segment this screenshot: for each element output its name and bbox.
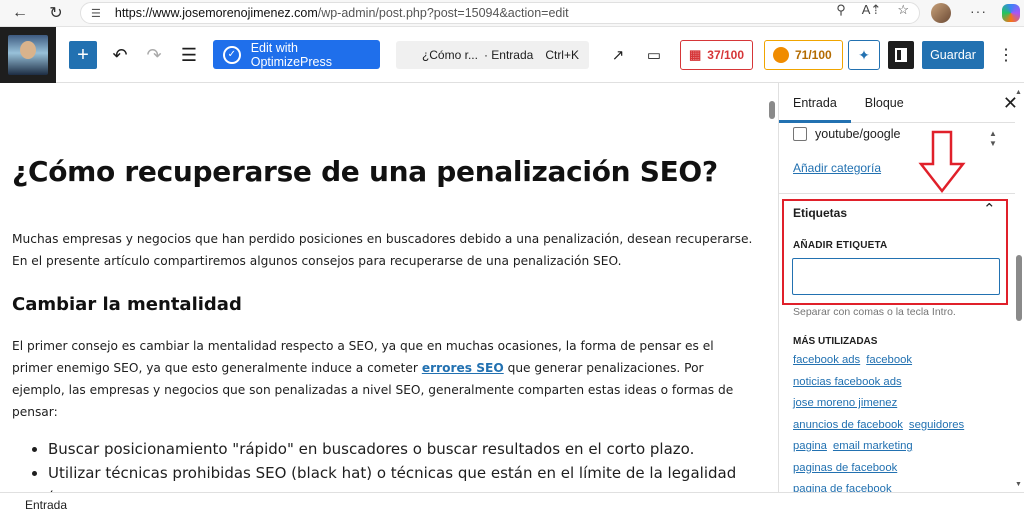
tab-entrada[interactable]: Entrada	[779, 83, 851, 123]
read-aloud-icon[interactable]: A⇡	[862, 2, 882, 18]
zoom-icon[interactable]: ⚲	[836, 2, 846, 18]
options-menu-icon[interactable]: ⋮	[998, 41, 1014, 69]
shortcut-hint: Ctrl+K	[545, 48, 579, 62]
tag-link[interactable]: seguidores	[909, 419, 964, 431]
bullet-list[interactable]: Buscar posicionamiento "rápido" en busca…	[12, 437, 753, 492]
score-chart-icon: ▦	[689, 47, 702, 62]
sidebar-scroll-thumb[interactable]	[1016, 255, 1022, 321]
tag-link[interactable]: paginas de facebook	[793, 462, 897, 474]
doc-type: · Entrada	[483, 48, 534, 62]
optimizepress-button[interactable]: ✓ Edit with OptimizePress	[213, 40, 380, 69]
url-host: https://www.josemorenojimenez.com	[114, 6, 318, 20]
browser-toolbar: ← ↻ ☰ https://www.josemorenojimenez.com …	[0, 0, 1024, 27]
list-item[interactable]: Utilizar técnicas prohibidas SEO (black …	[48, 461, 753, 492]
most-used-tags: facebook ads facebook noticias facebook a…	[793, 350, 1003, 492]
annotation-highlight-box	[782, 199, 1008, 305]
category-label: youtube/google	[815, 127, 901, 141]
scroll-down-icon[interactable]: ▼	[1015, 481, 1022, 488]
tag-link[interactable]: facebook ads	[793, 354, 860, 366]
list-item[interactable]: Buscar posicionamiento "rápido" en busca…	[48, 437, 753, 461]
ai-magic-wand-icon[interactable]: ✦	[848, 40, 880, 70]
editor-scroll-thumb[interactable]	[769, 101, 775, 119]
scroll-up-icon[interactable]: ▲	[1015, 89, 1022, 96]
editor-canvas[interactable]: ¿Cómo recuperarse de una penalización SE…	[0, 83, 765, 492]
document-overview-icon[interactable]: ☰	[175, 41, 203, 69]
save-button[interactable]: Guardar	[922, 41, 984, 69]
browser-menu-icon[interactable]: ···	[970, 3, 987, 19]
profile-avatar[interactable]	[931, 3, 951, 23]
category-scroll-arrows-icon[interactable]: ▲ ▼	[989, 129, 997, 149]
add-category-link[interactable]: Añadir categoría	[793, 161, 881, 175]
annotation-arrow-icon	[918, 130, 966, 194]
most-used-label: MÁS UTILIZADAS	[793, 336, 878, 347]
redo-icon[interactable]: ↷	[140, 41, 168, 69]
view-post-icon[interactable]: ↗	[604, 41, 632, 69]
tab-bloque[interactable]: Bloque	[851, 83, 918, 123]
optimizepress-icon: ✓	[223, 45, 241, 64]
tag-link[interactable]: noticias facebook ads	[793, 376, 902, 388]
readability-score-badge[interactable]: ▦ 37/100	[680, 40, 753, 70]
sidebar-scrollbar[interactable]: ▲ ▼	[1014, 83, 1024, 492]
tag-link[interactable]: facebook	[866, 354, 912, 366]
tag-link[interactable]: pagina	[793, 440, 827, 452]
tag-link[interactable]: anuncios de facebook	[793, 419, 903, 431]
readability-score: 37/100	[707, 48, 744, 62]
category-item[interactable]: youtube/google	[793, 127, 901, 141]
seo-score-icon	[773, 47, 789, 63]
breadcrumb-item[interactable]: Entrada	[25, 498, 67, 512]
block-breadcrumb: Entrada	[0, 492, 1024, 516]
copilot-icon[interactable]	[1002, 4, 1020, 22]
site-avatar	[8, 35, 48, 75]
optimizepress-label: Edit with OptimizePress	[250, 40, 332, 69]
errores-seo-link[interactable]: errores SEO	[422, 361, 504, 375]
add-block-button[interactable]: +	[69, 41, 97, 69]
url-path: /wp-admin/post.php?post=15094&action=edi…	[317, 6, 569, 20]
command-palette-bar[interactable]: ¿Cómo r... · Entrada Ctrl+K	[396, 41, 589, 69]
tag-link[interactable]: jose moreno jimenez	[793, 397, 897, 409]
site-logo[interactable]	[0, 27, 56, 83]
editor-toolbar: + ↶ ↷ ☰ ✓ Edit with OptimizePress ¿Cómo …	[0, 27, 1024, 83]
editor-scrollbar[interactable]	[767, 83, 777, 492]
body-paragraph[interactable]: El primer consejo es cambiar la mentalid…	[12, 335, 753, 423]
settings-sidebar-toggle[interactable]	[888, 41, 914, 69]
site-info-icon[interactable]: ☰	[91, 7, 101, 20]
post-title[interactable]: ¿Cómo recuperarse de una penalización SE…	[12, 155, 753, 188]
section-heading[interactable]: Cambiar la mentalidad	[12, 294, 753, 315]
address-bar[interactable]: ☰ https://www.josemorenojimenez.com /wp-…	[80, 2, 920, 24]
reload-icon[interactable]: ↻	[42, 1, 70, 25]
tag-link[interactable]: email marketing	[833, 440, 913, 452]
preview-desktop-icon[interactable]: ▭	[640, 41, 668, 69]
tag-link[interactable]: pagina de facebook	[793, 483, 892, 492]
seo-score-badge[interactable]: 71/100	[764, 40, 843, 70]
favorite-star-icon[interactable]: ☆	[897, 2, 909, 18]
seo-score: 71/100	[795, 48, 832, 62]
doc-title: ¿Cómo r...	[421, 48, 478, 62]
back-arrow-icon[interactable]: ←	[6, 1, 34, 25]
tags-panel: Etiquetas ⌃ AÑADIR ETIQUETA Separar con …	[779, 193, 1015, 492]
intro-paragraph[interactable]: Muchas empresas y negocios que han perdi…	[12, 228, 753, 272]
category-checkbox[interactable]	[793, 127, 807, 141]
tag-help-text: Separar con comas o la tecla Intro.	[793, 306, 956, 318]
sidebar-icon	[895, 48, 907, 62]
sidebar-tabs: Entrada Bloque	[779, 83, 1015, 123]
undo-icon[interactable]: ↶	[106, 41, 134, 69]
